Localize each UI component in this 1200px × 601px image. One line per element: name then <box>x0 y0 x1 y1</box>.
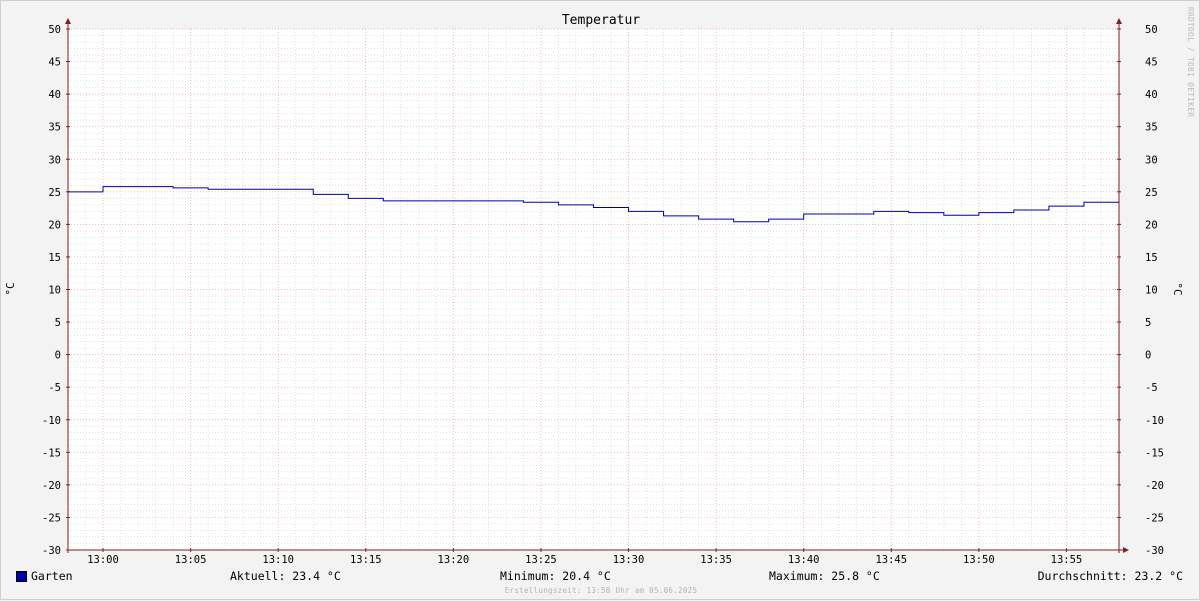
y-tick-label-left: 35 <box>48 122 61 134</box>
y-tick-label-left: 30 <box>48 154 61 166</box>
y-tick-label-left: 50 <box>48 24 61 36</box>
x-tick-label: 13:00 <box>87 554 119 566</box>
y-tick-label-left: 15 <box>48 252 61 264</box>
y-tick-label-left: 5 <box>55 317 61 329</box>
x-tick-label: 13:35 <box>700 554 732 566</box>
temperature-chart: 50 5045 4540 4035 3530 3025 2520 2015 1510 105 50 0… <box>4 13 1184 566</box>
x-tick-label: 13:20 <box>438 554 470 566</box>
stat-minimum: Minimum: 20.4 °C <box>500 569 611 583</box>
stat-current: Aktuell: 23.4 °C <box>230 569 341 583</box>
y-tick-label-left: 45 <box>48 57 61 69</box>
y-tick-label-right: 45 <box>1145 57 1158 69</box>
x-axis-arrow <box>1123 547 1129 553</box>
rrdtool-watermark: RRDTOOL / TOBI OETIKER <box>1186 7 1195 118</box>
y-tick-label-right: 40 <box>1145 89 1158 101</box>
y-tick-label-left: 20 <box>48 219 61 231</box>
y-axis-arrow-left <box>65 18 71 24</box>
y-tick-label-right: 10 <box>1145 285 1158 297</box>
x-tick-label: 13:50 <box>963 554 995 566</box>
x-tick-label: 13:25 <box>525 554 557 566</box>
creation-timestamp: Erstellungszeit: 13:58 Uhr am 05.06.2025 <box>504 586 698 595</box>
y-tick-label-left: 25 <box>48 187 61 199</box>
y-tick-label-left: -25 <box>42 512 61 524</box>
y-tick-label-right: 35 <box>1145 122 1158 134</box>
y-tick-label-right: 15 <box>1145 252 1158 264</box>
y-axis-label-left: °C <box>4 282 17 295</box>
y-tick-label-left: -5 <box>48 382 61 394</box>
x-tick-label: 13:45 <box>875 554 907 566</box>
y-tick-label-left: 40 <box>48 89 61 101</box>
chart-title: Temperatur <box>562 13 640 28</box>
y-tick-label-right: -25 <box>1145 512 1164 524</box>
y-axis-label-right: °C <box>1171 282 1184 295</box>
y-tick-label-right: 50 <box>1145 24 1158 36</box>
x-tick-label: 13:15 <box>350 554 382 566</box>
x-tick-label: 13:30 <box>613 554 645 566</box>
y-tick-label-left: 10 <box>48 285 61 297</box>
y-tick-label-right: 25 <box>1145 187 1158 199</box>
legend-label: Garten <box>31 569 73 583</box>
y-tick-label-right: -30 <box>1145 545 1164 557</box>
y-tick-label-right: -10 <box>1145 415 1164 427</box>
y-tick-label-right: 5 <box>1145 317 1151 329</box>
y-axis-arrow-right <box>1116 18 1122 24</box>
y-tick-label-right: 0 <box>1145 350 1151 362</box>
y-tick-label-left: 0 <box>55 350 61 362</box>
y-tick-label-right: -20 <box>1145 480 1164 492</box>
x-tick-label: 13:10 <box>262 554 294 566</box>
y-tick-label-right: 20 <box>1145 219 1158 231</box>
stat-average: Durchschnitt: 23.2 °C <box>1037 569 1183 583</box>
legend-swatch <box>16 571 27 582</box>
y-tick-label-left: -15 <box>42 447 61 459</box>
y-tick-label-right: 30 <box>1145 154 1158 166</box>
y-tick-label-left: -10 <box>42 415 61 427</box>
y-tick-label-right: -15 <box>1145 447 1164 459</box>
y-tick-label-left: -30 <box>42 545 61 557</box>
chart-frame: 50 50 45 45 40 40 35 35 30 30 25 25 20 20 15 15 10 10 5 5 0 0… <box>0 0 1200 600</box>
y-tick-label-right: -5 <box>1145 382 1158 394</box>
x-tick-label: 13:40 <box>788 554 820 566</box>
stat-maximum: Maximum: 25.8 °C <box>769 569 880 583</box>
y-tick-label-left: -20 <box>42 480 61 492</box>
x-tick-label: 13:05 <box>175 554 207 566</box>
x-tick-label: 13:55 <box>1051 554 1083 566</box>
